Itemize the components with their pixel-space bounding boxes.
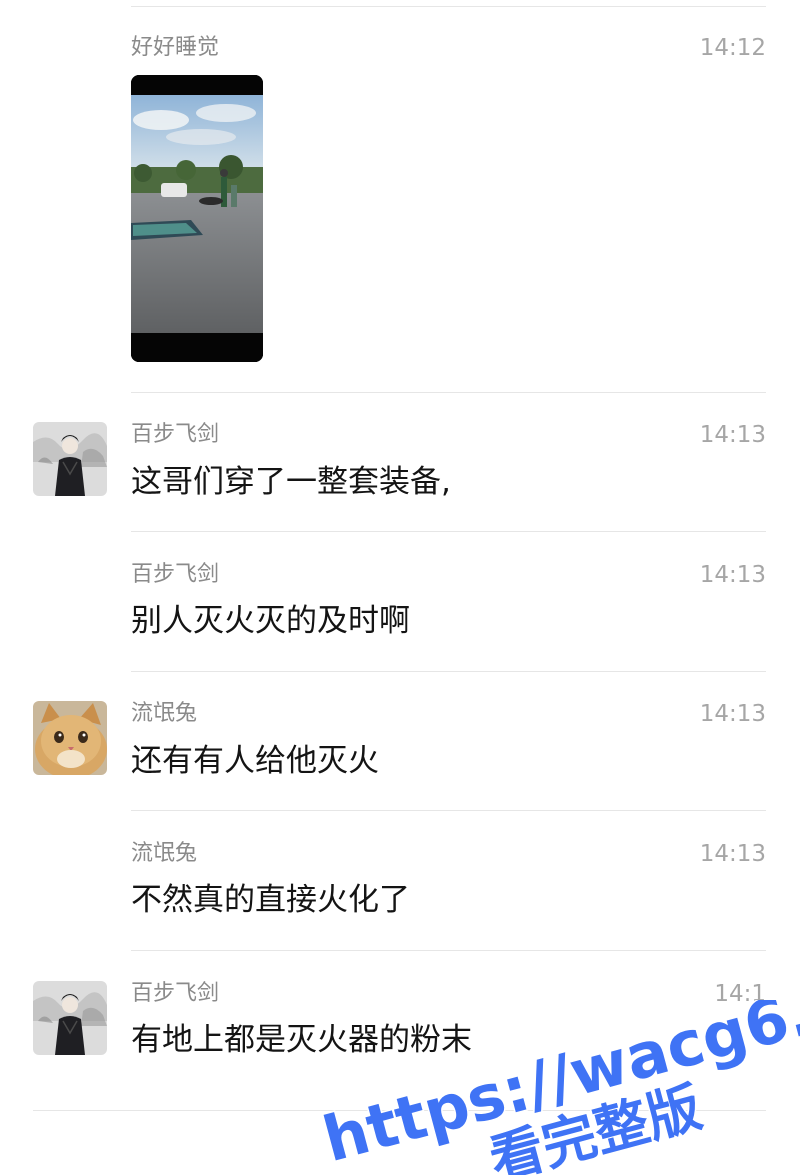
sender-name[interactable]: 百步飞剑 bbox=[131, 561, 219, 589]
video-frame-image bbox=[131, 75, 263, 362]
ink-painting-avatar-icon bbox=[33, 422, 107, 496]
avatar[interactable] bbox=[33, 981, 107, 1055]
divider bbox=[131, 950, 766, 951]
message-text: 不然真的直接火化了 bbox=[131, 882, 410, 918]
divider bbox=[131, 671, 766, 672]
kitten-avatar-icon bbox=[33, 701, 107, 775]
message-time: 14:13 bbox=[699, 701, 766, 727]
message-text: 有地上都是灭火器的粉末 bbox=[131, 1022, 472, 1058]
sender-name[interactable]: 百步飞剑 bbox=[131, 421, 219, 449]
sender-name[interactable]: 百步飞剑 bbox=[131, 980, 219, 1008]
divider bbox=[131, 6, 766, 7]
message-text: 这哥们穿了一整套装备, bbox=[131, 464, 451, 500]
sender-name[interactable]: 流氓兔 bbox=[131, 700, 197, 728]
divider bbox=[131, 392, 766, 393]
message-time: 14:12 bbox=[699, 35, 766, 61]
avatar[interactable] bbox=[33, 422, 107, 496]
divider bbox=[131, 531, 766, 532]
message-time: 14:1 bbox=[714, 981, 766, 1007]
avatar[interactable] bbox=[33, 701, 107, 775]
message-time: 14:13 bbox=[699, 422, 766, 448]
message-text: 别人灭火灭的及时啊 bbox=[131, 603, 410, 639]
message-time: 14:13 bbox=[699, 841, 766, 867]
message-time: 14:13 bbox=[699, 562, 766, 588]
message-text: 还有有人给他灭火 bbox=[131, 743, 379, 779]
video-thumbnail[interactable] bbox=[131, 75, 263, 362]
sender-name[interactable]: 流氓兔 bbox=[131, 840, 197, 868]
sender-name[interactable]: 好好睡觉 bbox=[131, 34, 219, 62]
divider bbox=[33, 1110, 766, 1111]
ink-painting-avatar-icon bbox=[33, 981, 107, 1055]
divider bbox=[131, 810, 766, 811]
watermark-caption: 看完整版 bbox=[483, 1075, 708, 1175]
